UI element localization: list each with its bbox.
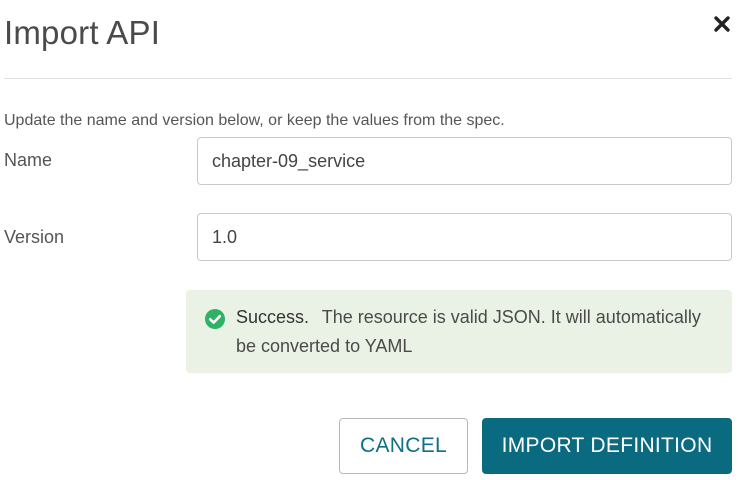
name-label: Name [4, 150, 53, 170]
header-divider [4, 78, 732, 79]
check-circle-icon [205, 309, 225, 329]
version-input[interactable] [197, 213, 732, 261]
version-label: Version [4, 227, 65, 247]
import-definition-button[interactable]: IMPORT DEFINITION [482, 418, 732, 474]
close-icon-glyph [714, 16, 730, 32]
cancel-button[interactable]: CANCEL [339, 418, 468, 474]
import-api-dialog: Import API Update the name and version b… [0, 0, 746, 480]
intro-text: Update the name and version below, or ke… [4, 112, 505, 129]
close-icon[interactable] [712, 14, 732, 34]
alert-title: Success. [236, 307, 310, 327]
alert-text: Success. The resource is valid JSON. It … [236, 303, 714, 361]
success-alert: Success. The resource is valid JSON. It … [186, 290, 732, 373]
dialog-title: Import API [4, 14, 161, 51]
name-input[interactable] [197, 137, 732, 185]
